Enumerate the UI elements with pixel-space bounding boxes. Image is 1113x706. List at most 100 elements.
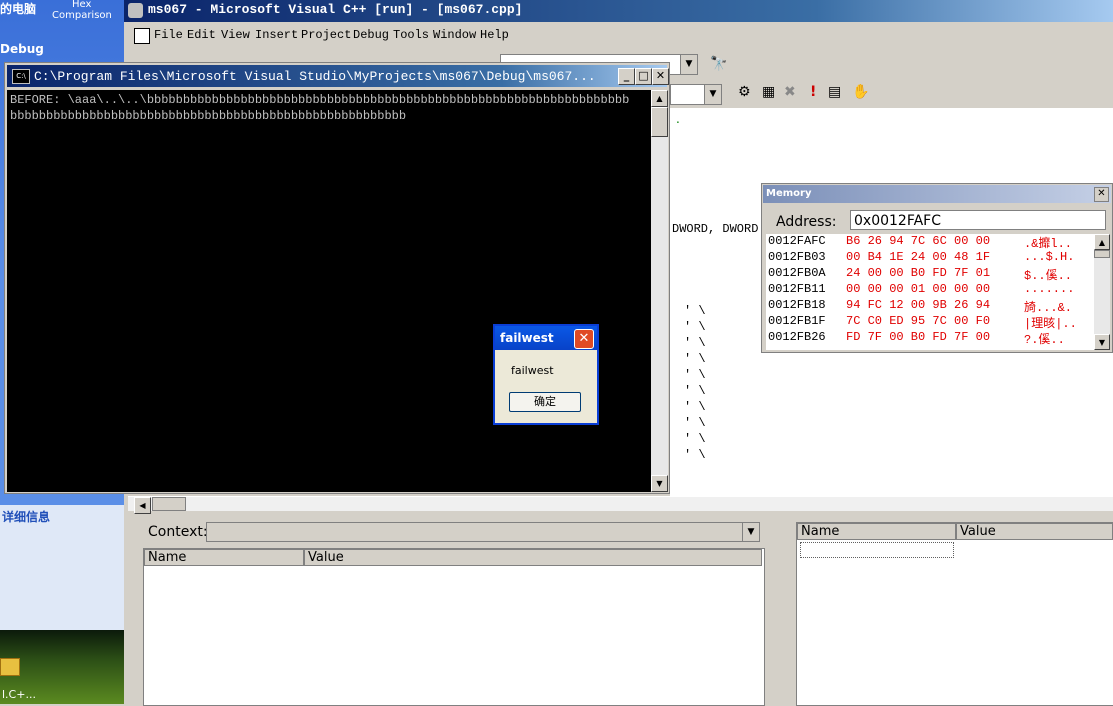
line-continuation: ' \	[684, 416, 706, 430]
line-continuation: ' \	[684, 400, 706, 414]
console-app-icon[interactable]: C:\	[12, 69, 30, 84]
message-box-title-bar[interactable]: failwest ✕	[495, 326, 597, 350]
menu-file[interactable]: File	[154, 28, 183, 42]
variables-name-header[interactable]: Name	[144, 549, 304, 566]
line-continuation: ' \	[684, 320, 706, 334]
message-box-text: failwest	[511, 364, 554, 377]
line-continuation: ' \	[684, 432, 706, 446]
menu-project[interactable]: Project	[301, 28, 351, 42]
scroll-down-button[interactable]: ▼	[1094, 334, 1110, 350]
watch-value-header[interactable]: Value	[956, 523, 1113, 540]
console-title-text: C:\Program Files\Microsoft Visual Studio…	[34, 69, 596, 84]
menu-view[interactable]: View	[221, 28, 250, 42]
memory-row-chars: 旑...&.	[1024, 301, 1073, 315]
console-window: C:\ C:\Program Files\Microsoft Visual St…	[4, 62, 670, 494]
scroll-thumb[interactable]	[1094, 250, 1110, 258]
scroll-up-button[interactable]: ▲	[651, 90, 668, 107]
close-button[interactable]: ✕	[652, 68, 669, 85]
line-continuation: ' \	[684, 336, 706, 350]
memory-row-address: 0012FB18	[768, 298, 826, 312]
watch-name-header[interactable]: Name	[797, 523, 956, 540]
menu-tools[interactable]: Tools	[393, 28, 429, 42]
editor-horizontal-scrollbar[interactable]: ◀	[128, 496, 1113, 514]
menu-insert[interactable]: Insert	[255, 28, 298, 42]
find-in-files-icon[interactable]: 🔭	[710, 56, 727, 72]
scroll-up-button[interactable]: ▲	[1094, 234, 1110, 250]
memory-row-chars: .......	[1024, 282, 1075, 296]
stop-build-icon[interactable]: ✖	[784, 84, 796, 100]
memory-row-hex: 24 00 00 B0 FD 7F 01	[846, 266, 991, 280]
desktop-hex-label[interactable]: Hex	[72, 0, 91, 10]
minimize-button[interactable]: _	[618, 68, 635, 85]
memory-title-bar[interactable]: Memory ✕	[763, 185, 1111, 203]
menu-debug[interactable]: Debug	[353, 28, 389, 42]
watch-new-entry[interactable]	[800, 542, 954, 558]
context-combo[interactable]: ▼	[206, 522, 760, 542]
chevron-down-icon[interactable]: ▼	[704, 85, 721, 104]
document-icon[interactable]	[134, 28, 150, 44]
memory-row: 0012FAFC B6 26 94 7C 6C 00 00 .&攠l..	[768, 234, 1072, 251]
vc-app-icon[interactable]	[128, 3, 143, 18]
desktop-shortcut-label[interactable]: l.C+...	[2, 688, 36, 701]
watch-panel: Name Value	[782, 516, 1113, 706]
console-line-2: bbbbbbbbbbbbbbbbbbbbbbbbbbbbbbbbbbbbbbbb…	[10, 109, 407, 123]
scroll-thumb[interactable]	[152, 497, 186, 511]
memory-row-hex: 7C C0 ED 95 7C 00 F0	[846, 314, 991, 328]
console-output[interactable]: BEFORE: \aaa\..\..\bbbbbbbbbbbbbbbbbbbbb…	[7, 90, 651, 492]
variables-value-header[interactable]: Value	[304, 549, 762, 566]
menu-window[interactable]: Window	[433, 28, 476, 42]
desktop-wallpaper: l.C+...	[0, 630, 124, 704]
console-title-bar[interactable]: C:\ C:\Program Files\Microsoft Visual St…	[7, 65, 669, 87]
memory-row-chars: ?.傒..	[1024, 333, 1065, 347]
memory-vertical-scrollbar[interactable]: ▲ ▼	[1094, 234, 1110, 350]
go-icon[interactable]: ▤	[828, 84, 841, 100]
variables-list[interactable]	[143, 548, 765, 706]
memory-dump-grid[interactable]: 0012FAFC B6 26 94 7C 6C 00 00 .&攠l.. 0012F…	[766, 234, 1094, 350]
message-box-title: failwest	[500, 331, 554, 345]
memory-row: 0012FB26 FD 7F 00 B0 FD 7F 00 ?.傒..	[768, 330, 1065, 347]
menu-edit[interactable]: Edit	[187, 28, 216, 42]
maximize-button[interactable]: □	[635, 68, 652, 85]
memory-title: Memory	[766, 188, 812, 199]
scroll-left-button[interactable]: ◀	[134, 497, 151, 514]
address-input[interactable]: 0x0012FAFC	[850, 210, 1106, 230]
memory-row: 0012FB11 00 00 00 01 00 00 00.......	[768, 282, 1074, 298]
memory-row-hex: B6 26 94 7C 6C 00 00	[846, 234, 991, 248]
line-continuation: ' \	[684, 352, 706, 366]
line-continuation: ' \	[684, 304, 706, 318]
build-target-combo[interactable]: ▼	[670, 84, 722, 105]
desktop-detail-label[interactable]: 详细信息	[2, 508, 50, 525]
memory-row-address: 0012FB26	[768, 330, 826, 344]
console-line-1: BEFORE: \aaa\..\..\bbbbbbbbbbbbbbbbbbbbb…	[10, 93, 630, 107]
chevron-down-icon[interactable]: ▼	[742, 523, 759, 541]
memory-row-chars: .&攠l..	[1024, 237, 1073, 251]
memory-row: 0012FB18 94 FC 12 00 9B 26 94 旑...&.	[768, 298, 1072, 315]
desktop-debug-label[interactable]: Debug	[0, 42, 44, 56]
console-vertical-scrollbar[interactable]: ▲ ▼	[651, 90, 668, 492]
memory-row-address: 0012FB03	[768, 250, 826, 264]
scroll-down-button[interactable]: ▼	[651, 475, 668, 492]
memory-window: Memory ✕ Address: 0x0012FAFC 0012FAFC B6 …	[761, 183, 1113, 353]
variables-panel: Context: ▼ Name Value	[128, 516, 768, 706]
folder-icon[interactable]	[0, 658, 20, 676]
desktop-detail-panel: 详细信息	[0, 505, 124, 630]
memory-row-hex: 94 FC 12 00 9B 26 94	[846, 298, 991, 312]
chevron-down-icon[interactable]: ▼	[680, 55, 697, 74]
close-button[interactable]: ✕	[574, 329, 594, 349]
vc-title-text: ms067 - Microsoft Visual C++ [run] - [ms…	[148, 2, 523, 17]
menu-help[interactable]: Help	[480, 28, 509, 42]
line-continuation: ' \	[684, 448, 706, 462]
memory-row: 0012FB1F 7C C0 ED 95 7C 00 F0 |理晐|..	[768, 314, 1077, 331]
desktop-my-computer-label[interactable]: 的电脑	[0, 0, 36, 17]
vc-title-bar[interactable]: ms067 - Microsoft Visual C++ [run] - [ms…	[124, 0, 1113, 22]
scroll-thumb[interactable]	[651, 107, 668, 137]
close-icon[interactable]: ✕	[1094, 187, 1109, 202]
hand-icon[interactable]: ✋	[852, 84, 869, 100]
build-icon[interactable]: ▦	[762, 84, 775, 100]
desktop-comparison-label[interactable]: Comparison	[52, 10, 112, 21]
ok-button[interactable]: 确定	[509, 392, 581, 412]
address-label: Address:	[776, 214, 837, 230]
compile-icon[interactable]: ⚙	[738, 84, 751, 100]
execute-icon[interactable]: !	[810, 84, 816, 100]
memory-row-chars: |理晐|..	[1024, 317, 1077, 331]
